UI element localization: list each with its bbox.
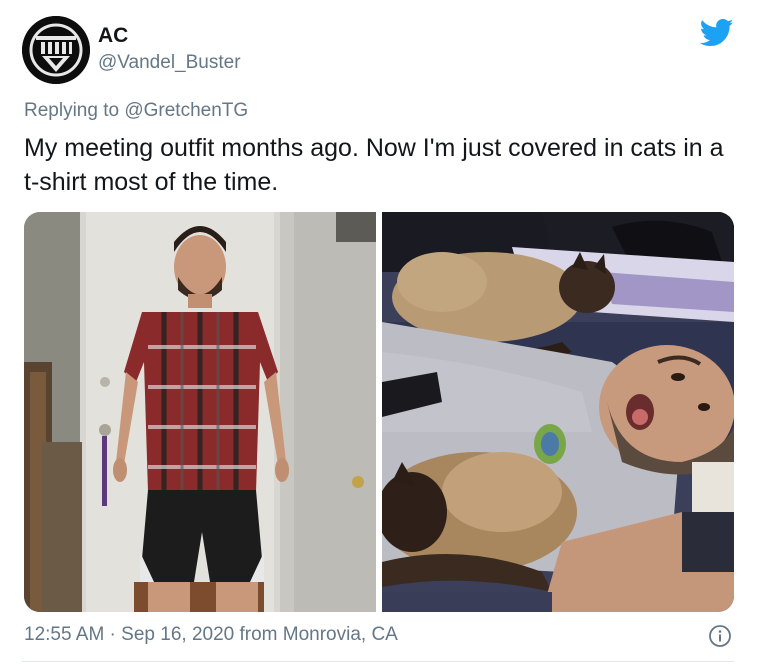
display-name[interactable]: AC	[98, 24, 128, 48]
reply-to-handle[interactable]: @GretchenTG	[124, 100, 248, 121]
info-icon[interactable]	[708, 624, 732, 648]
photo-man-standing[interactable]	[24, 212, 376, 612]
avatar[interactable]	[22, 16, 90, 84]
lantern-emblem-icon	[22, 16, 90, 84]
reply-context: Replying to @GretchenTG	[24, 100, 248, 122]
twitter-bird-icon[interactable]	[700, 18, 734, 48]
reply-prefix: Replying to	[24, 100, 120, 121]
tweet-card: AC @Vandel_Buster Replying to @GretchenT…	[0, 0, 758, 668]
divider	[22, 661, 734, 662]
user-handle[interactable]: @Vandel_Buster	[98, 52, 241, 74]
tweet-text: My meeting outfit months ago. Now I'm ju…	[24, 134, 724, 196]
tweet-timestamp[interactable]: 12:55 AM · Sep 16, 2020 from Monrovia, C…	[24, 624, 398, 646]
media-grid	[24, 212, 734, 612]
photo-cats-selfie[interactable]	[382, 212, 734, 612]
